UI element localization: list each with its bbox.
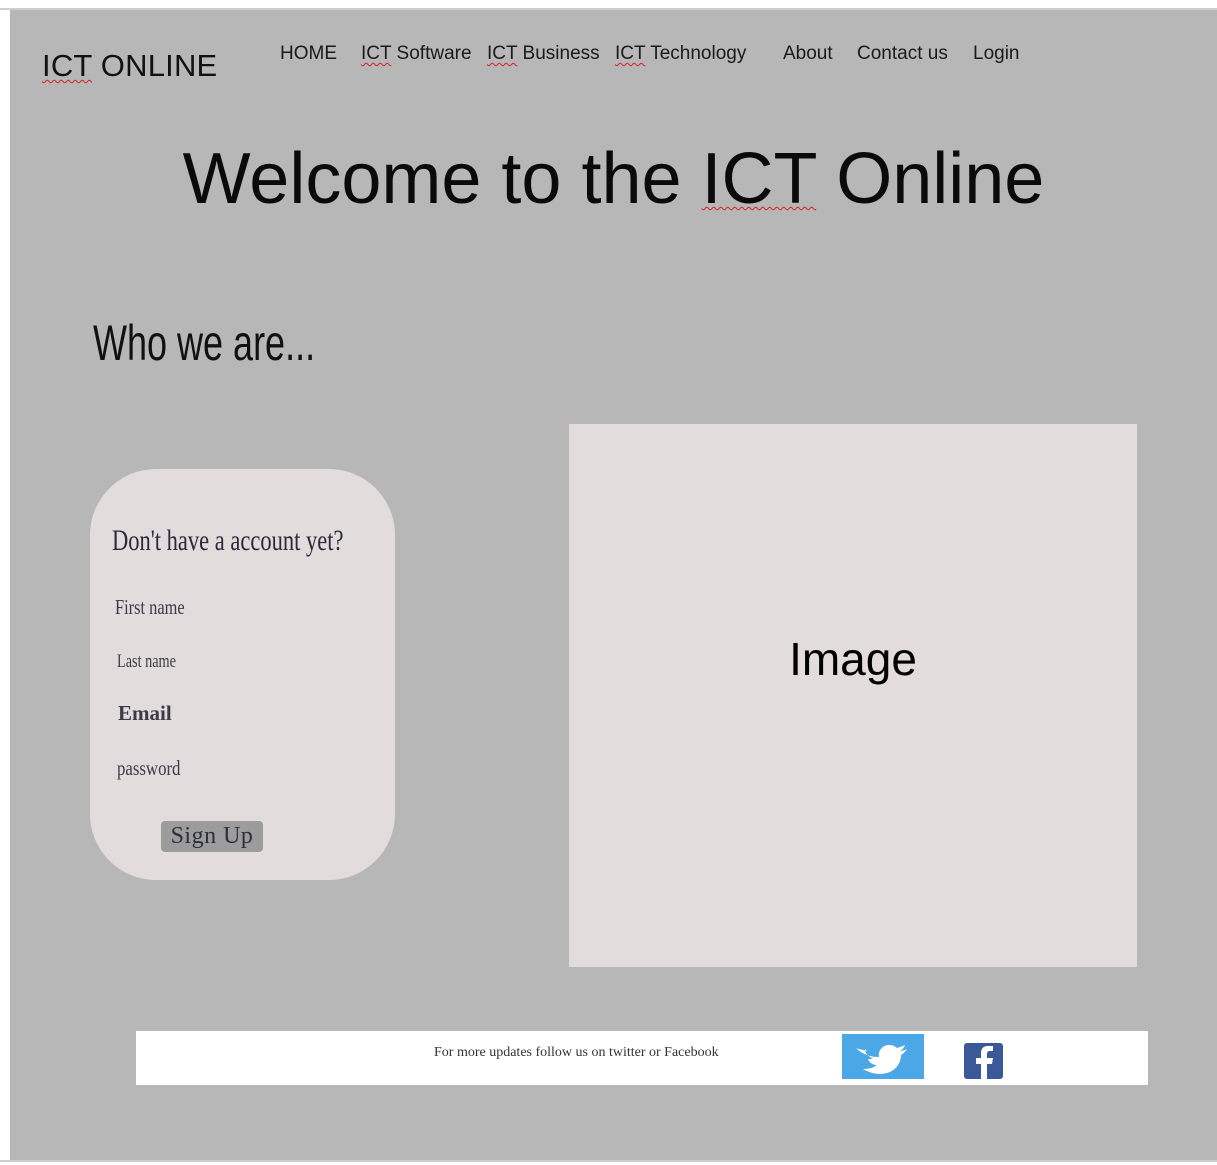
twitter-icon: [856, 1045, 907, 1074]
nav-ict-business-prefix: ICT: [487, 43, 518, 64]
nav-ict-technology-prefix: ICT: [615, 43, 646, 64]
nav-home-label: HOME: [280, 43, 337, 64]
site-logo[interactable]: ICT ONLINE: [42, 48, 217, 84]
image-placeholder: Image: [569, 424, 1137, 967]
nav-home[interactable]: HOME: [280, 43, 337, 65]
nav-ict-technology-label: Technology: [645, 43, 747, 64]
footer-text: For more updates follow us on twitter or…: [434, 1045, 719, 1060]
hero-title-highlight: ICT: [701, 139, 817, 219]
footer-bar: For more updates follow us on twitter or…: [136, 1031, 1148, 1085]
password-field[interactable]: password: [117, 756, 180, 781]
page-canvas: ICT ONLINE HOME ICT Software ICT Busines…: [10, 10, 1217, 1160]
signup-heading: Don't have a account yet?: [112, 524, 344, 557]
nav-ict-technology[interactable]: ICT Technology: [615, 43, 746, 65]
logo-prefix: ICT: [42, 48, 92, 83]
nav-login[interactable]: Login: [973, 43, 1020, 65]
about-heading: Who we are...: [93, 315, 316, 371]
twitter-link[interactable]: [842, 1034, 924, 1079]
first-name-field[interactable]: First name: [115, 595, 185, 620]
bottom-border: [0, 1160, 1217, 1162]
nav-ict-software[interactable]: ICT Software: [361, 43, 472, 65]
nav-about-label: About: [783, 43, 833, 64]
nav-ict-software-prefix: ICT: [361, 43, 392, 64]
hero-title: Welcome to the ICT Online: [10, 138, 1217, 220]
sign-up-button[interactable]: Sign Up: [161, 821, 263, 852]
logo-suffix: ONLINE: [91, 48, 218, 83]
nav-ict-business[interactable]: ICT Business: [487, 43, 600, 65]
nav-ict-software-label: Software: [391, 43, 472, 64]
signup-card: Don't have a account yet? First name Las…: [90, 469, 395, 880]
nav-login-label: Login: [973, 43, 1020, 64]
email-field[interactable]: Email: [118, 701, 172, 726]
hero-title-start: Welcome to the: [182, 139, 702, 219]
nav-contact-us-label: Contact us: [857, 43, 948, 64]
nav-contact-us[interactable]: Contact us: [857, 43, 948, 65]
image-placeholder-label: Image: [789, 633, 917, 685]
nav-ict-business-label: Business: [517, 43, 600, 64]
facebook-link[interactable]: [962, 1041, 1005, 1081]
last-name-field[interactable]: Last name: [117, 651, 176, 673]
facebook-icon: [962, 1041, 1005, 1081]
nav-about[interactable]: About: [783, 43, 833, 65]
hero-title-end: Online: [816, 139, 1045, 219]
